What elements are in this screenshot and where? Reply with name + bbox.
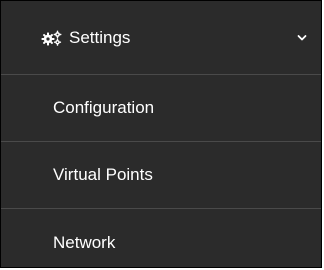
chevron-down-icon[interactable]	[297, 34, 307, 42]
settings-menu: Settings Configuration Virtual Points Ne…	[0, 0, 322, 268]
gears-icon	[41, 30, 63, 46]
menu-item-label: Network	[53, 232, 116, 252]
menu-item-network[interactable]: Network	[1, 209, 321, 267]
menu-item-label: Configuration	[53, 98, 155, 117]
menu-item-configuration[interactable]: Configuration	[1, 75, 321, 142]
menu-item-virtual-points[interactable]: Virtual Points	[1, 142, 321, 209]
menu-item-label: Virtual Points	[53, 165, 153, 184]
settings-menu-header[interactable]: Settings	[1, 1, 321, 75]
settings-label: Settings	[69, 27, 131, 47]
